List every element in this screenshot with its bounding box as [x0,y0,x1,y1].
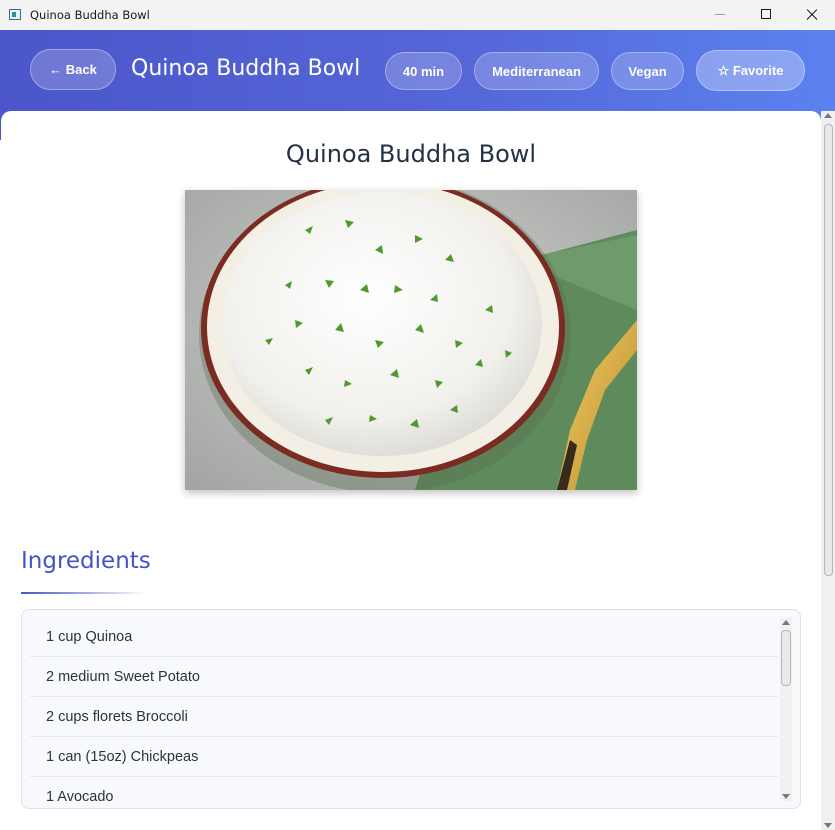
heading-underline [21,592,146,594]
close-icon[interactable] [789,0,835,30]
scroll-down-icon[interactable] [782,794,790,799]
page-scrollbar[interactable] [821,111,835,830]
list-item: 1 can (15oz) Chickpeas [30,738,778,777]
scroll-thumb[interactable] [781,630,791,686]
scroll-thumb[interactable] [824,124,833,576]
scroll-up-icon[interactable] [782,620,790,625]
app-icon [9,9,21,20]
rice-bowl-illustration [185,190,637,490]
back-button[interactable]: ← Back [30,49,116,90]
diet-tag: Vegan [611,52,684,90]
minimize-icon[interactable] [697,0,743,30]
recipe-photo [185,190,637,490]
list-item: 1 cup Quinoa [30,618,778,657]
cuisine-tag: Mediterranean [474,52,599,90]
ingredients-scrollbar[interactable] [780,618,792,801]
page-title: Quinoa Buddha Bowl [285,140,537,168]
list-item: 1 Avocado [30,778,778,808]
ingredients-heading: Ingredients [21,548,151,574]
time-tag: 40 min [385,52,462,90]
maximize-icon[interactable] [743,0,789,30]
recipe-content: Quinoa Buddha Bowl Ingredients 1 cup Qui… [1,111,821,830]
scroll-down-icon[interactable] [824,823,832,828]
favorite-button[interactable]: ☆ Favorite [696,50,805,91]
ingredients-list[interactable]: 1 cup Quinoa 2 medium Sweet Potato 2 cup… [21,609,801,809]
list-item: 2 medium Sweet Potato [30,658,778,697]
window-title: Quinoa Buddha Bowl [30,8,150,22]
window-titlebar: Quinoa Buddha Bowl [0,0,835,30]
scroll-up-icon[interactable] [824,113,832,118]
list-item: 2 cups florets Broccoli [30,698,778,737]
header-title: Quinoa Buddha Bowl [131,56,361,81]
